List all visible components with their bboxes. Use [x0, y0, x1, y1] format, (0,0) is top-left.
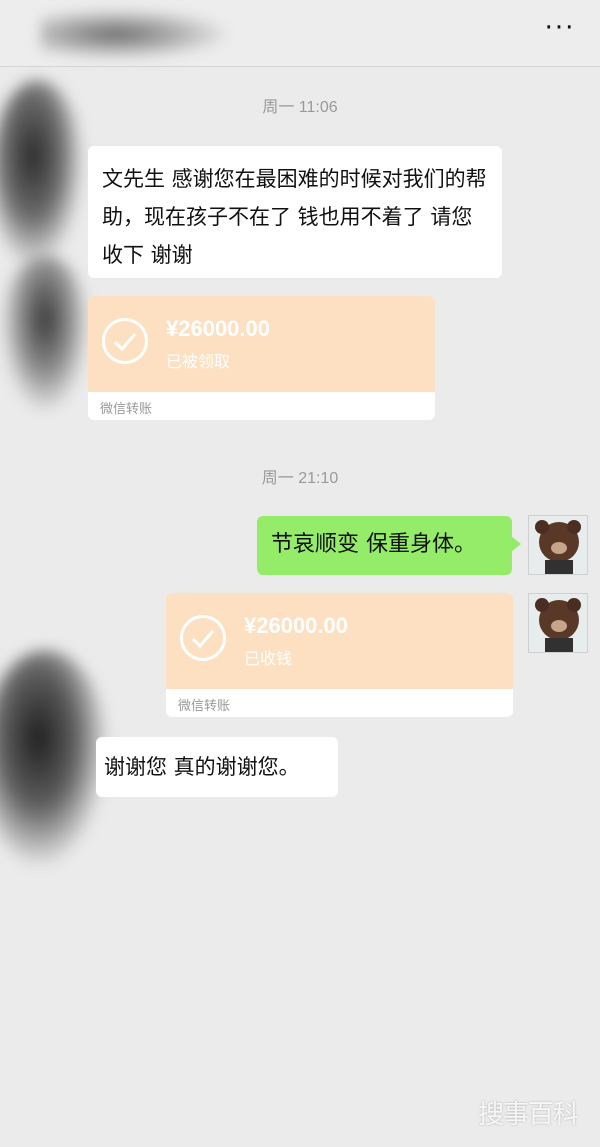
more-options-button[interactable]: ···	[540, 15, 580, 46]
message-text: 文先生 感谢您在最困难的时候对我们的帮助，现在孩子不在了 钱也用不着了 请您收下…	[102, 167, 487, 267]
bear-ear-icon	[567, 520, 581, 534]
message-text: 节哀顺变 保重身体。	[271, 532, 476, 557]
contact-avatar[interactable]	[0, 650, 110, 870]
checkmark-icon	[102, 318, 148, 364]
watermark-logo: 搜事百科	[477, 1100, 579, 1130]
checkmark-icon	[180, 615, 226, 661]
user-avatar[interactable]	[528, 593, 588, 653]
transfer-amount: ¥26000.00	[244, 613, 348, 638]
bear-body-icon	[545, 560, 573, 574]
transfer-amount: ¥26000.00	[166, 316, 270, 341]
chat-header: ···	[0, 0, 600, 67]
transfer-card[interactable]: ¥26000.00 已收钱 微信转账	[166, 593, 513, 717]
outgoing-message-bubble[interactable]: 节哀顺变 保重身体。	[257, 516, 521, 575]
transfer-card[interactable]: ¥26000.00 已被领取 微信转账	[88, 296, 435, 420]
incoming-message-bubble[interactable]: 文先生 感谢您在最困难的时候对我们的帮助，现在孩子不在了 钱也用不着了 请您收下…	[88, 146, 502, 278]
transfer-label: 微信转账	[178, 699, 231, 714]
bear-muzzle-icon	[551, 542, 567, 554]
transfer-status: 已被领取	[166, 352, 231, 371]
timestamp: 周一 21:10	[261, 470, 339, 487]
bear-ear-icon	[567, 598, 581, 612]
transfer-status: 已收钱	[244, 649, 293, 668]
contact-avatar[interactable]	[0, 255, 90, 415]
timestamp: 周一 11:06	[262, 99, 338, 116]
incoming-message-bubble[interactable]: 谢谢您 真的谢谢您。	[96, 737, 338, 797]
transfer-label: 微信转账	[100, 402, 153, 417]
blurred-contact-name	[40, 8, 230, 60]
bear-muzzle-icon	[551, 620, 567, 632]
bear-ear-icon	[535, 598, 549, 612]
bear-ear-icon	[535, 520, 549, 534]
user-avatar[interactable]	[528, 515, 588, 575]
message-text: 谢谢您 真的谢谢您。	[104, 755, 300, 779]
bear-body-icon	[545, 638, 573, 652]
